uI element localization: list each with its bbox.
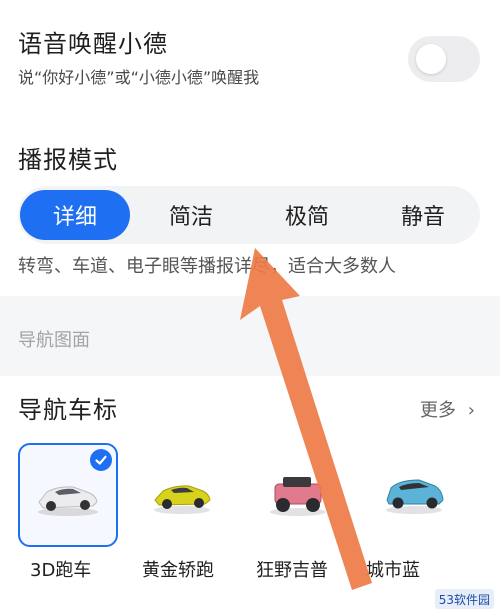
toggle-knob [416, 44, 446, 74]
section-header-nav-face: 导航图面 [18, 330, 90, 351]
pink-jeep-icon [270, 477, 326, 516]
car-option-city-blue[interactable] [366, 443, 462, 543]
blue-suv-icon [386, 479, 444, 514]
more-link[interactable]: 更多 › [420, 396, 475, 422]
broadcast-mode-title: 播报模式 [18, 146, 118, 174]
yellow-coupe-icon [154, 485, 211, 514]
broadcast-mode-description: 转弯、车道、电子眼等播报详尽，适合大多数人 [18, 256, 396, 277]
watermark-text: 53软件园 [438, 592, 490, 607]
mode-option-mute[interactable]: 静音 [368, 190, 478, 240]
mode-option-detailed[interactable]: 详细 [20, 190, 130, 240]
car-label-city-blue: 城市蓝 [366, 560, 420, 581]
car-label-wild-jeep: 狂野吉普 [256, 560, 328, 581]
broadcast-mode-segmented-control: 详细 简洁 极简 静音 [18, 186, 480, 244]
car-marker-title: 导航车标 [18, 396, 118, 424]
chevron-right-icon: › [467, 400, 475, 421]
selected-check-icon [90, 449, 112, 471]
car-label-3d-sports: 3D跑车 [30, 560, 92, 581]
wake-title: 语音唤醒小德 [18, 30, 168, 58]
wake-toggle[interactable] [408, 36, 480, 82]
car-option-wild-jeep[interactable] [250, 443, 346, 543]
car-label-golden-coupe: 黄金轿跑 [142, 560, 214, 581]
watermark-logo: 53软件园 [434, 589, 494, 609]
mode-option-concise[interactable]: 简洁 [136, 190, 246, 240]
wake-subtitle: 说“你好小德”或“小德小德”唤醒我 [18, 68, 260, 87]
car-option-3d-sports[interactable] [18, 443, 118, 547]
white-sports-car-icon [38, 486, 98, 516]
car-option-golden-coupe[interactable] [134, 443, 230, 543]
more-label: 更多 [420, 400, 456, 421]
mode-option-minimal[interactable]: 极简 [252, 190, 362, 240]
